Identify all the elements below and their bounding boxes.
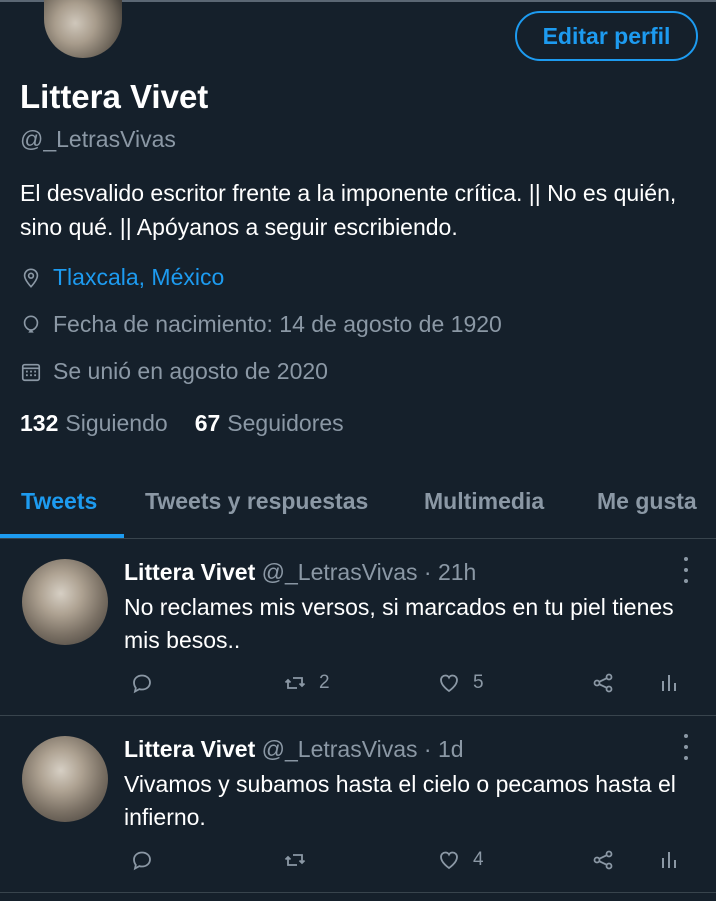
- following-count: 132: [20, 410, 59, 436]
- calendar-icon: [21, 363, 41, 381]
- location-row: Tlaxcala, México: [20, 264, 224, 291]
- profile-display-name: Littera Vivet: [20, 78, 209, 115]
- following-label: Siguiendo: [65, 410, 168, 436]
- reply-icon: [133, 851, 151, 871]
- tweet-author-handle-time: @_LetrasVivas · 1d: [261, 736, 464, 762]
- tweet-header: Littera Vivet @_LetrasVivas · 21h: [124, 559, 476, 586]
- profile-bio: El desvalido escritor frente a la impone…: [20, 180, 677, 240]
- share-icon: [593, 673, 613, 693]
- tab-likes[interactable]: Me gusta: [597, 488, 697, 515]
- balloon-icon: [23, 314, 39, 333]
- like-button[interactable]: 4: [437, 848, 484, 872]
- tweet-author-handle-time: @_LetrasVivas · 21h: [261, 559, 477, 585]
- edit-profile-button[interactable]: Editar perfil: [515, 11, 698, 61]
- tweet-author-name: Littera Vivet: [124, 736, 256, 762]
- share-icon: [593, 850, 613, 870]
- tweet-text: Vivamos y subamos hasta el cielo o pecam…: [124, 771, 676, 830]
- reply-button[interactable]: [130, 848, 154, 872]
- tweet-text: No reclames mis versos, si marcados en t…: [124, 594, 674, 653]
- tweet-avatar[interactable]: [22, 736, 108, 822]
- tab-tweets-and-replies[interactable]: Tweets y respuestas: [145, 488, 368, 515]
- tweet-header: Littera Vivet @_LetrasVivas · 1d: [124, 736, 464, 763]
- reply-button[interactable]: [130, 671, 154, 695]
- birthdate-text: Fecha de nacimiento: 14 de agosto de 192…: [53, 311, 502, 337]
- birthdate-row: Fecha de nacimiento: 14 de agosto de 192…: [20, 311, 502, 338]
- tweet[interactable]: Littera Vivet @_LetrasVivas · 1d Vivamos…: [0, 716, 716, 893]
- retweet-button[interactable]: 2: [283, 671, 330, 695]
- location-link[interactable]: Tlaxcala, México: [53, 264, 224, 291]
- share-button[interactable]: [591, 671, 615, 695]
- following-link[interactable]: 132 Siguiendo: [20, 410, 168, 437]
- tweet[interactable]: Littera Vivet @_LetrasVivas · 21h No rec…: [0, 539, 716, 716]
- reply-icon: [133, 674, 151, 694]
- more-options-icon[interactable]: [676, 557, 696, 583]
- retweet-button[interactable]: [283, 848, 307, 872]
- active-tab-indicator: [0, 534, 124, 538]
- tab-media[interactable]: Multimedia: [424, 488, 544, 515]
- profile-handle: @_LetrasVivas: [20, 126, 176, 152]
- share-button[interactable]: [591, 848, 615, 872]
- like-button[interactable]: 5: [437, 671, 484, 695]
- heart-icon: [440, 674, 458, 693]
- retweet-count: 2: [319, 672, 330, 693]
- analytics-button[interactable]: [657, 848, 681, 872]
- tweet-author-name: Littera Vivet: [124, 559, 256, 585]
- analytics-icon: [662, 852, 676, 868]
- joined-text: Se unió en agosto de 2020: [53, 358, 328, 384]
- followers-link[interactable]: 67 Seguidores: [195, 410, 344, 437]
- location-pin-icon: [23, 267, 39, 288]
- followers-count: 67: [194, 410, 221, 436]
- profile-avatar[interactable]: [44, 0, 122, 58]
- followers-label: Seguidores: [227, 410, 344, 436]
- like-count: 5: [473, 672, 484, 693]
- analytics-icon: [662, 675, 676, 691]
- tab-tweets[interactable]: Tweets: [21, 488, 97, 515]
- analytics-button[interactable]: [657, 671, 681, 695]
- heart-icon: [440, 851, 458, 870]
- more-options-icon[interactable]: [676, 734, 696, 760]
- joined-row: Se unió en agosto de 2020: [20, 358, 328, 385]
- like-count: 4: [473, 849, 484, 870]
- profile-tabs: Tweets Tweets y respuestas Multimedia Me…: [0, 470, 716, 539]
- follow-stats: 132 Siguiendo 67 Seguidores: [20, 410, 371, 437]
- retweet-icon: [284, 854, 306, 866]
- tweet-avatar[interactable]: [22, 559, 108, 645]
- retweet-icon: [284, 677, 306, 689]
